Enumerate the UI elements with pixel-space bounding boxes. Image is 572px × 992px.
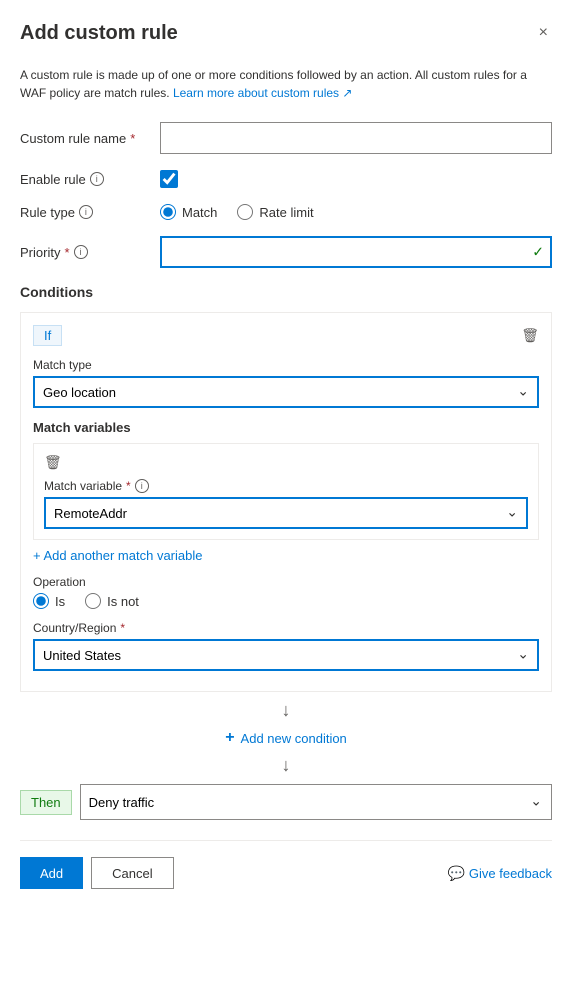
- conditions-section: Conditions If 🗑 Match type Geo location …: [20, 284, 552, 820]
- operation-radio-group: Is Is not: [33, 593, 539, 609]
- match-type-select-wrapper: Geo location IP address HTTP header HTTP…: [33, 376, 539, 408]
- if-badge: If: [33, 325, 62, 346]
- operation-label: Operation: [33, 575, 539, 589]
- rule-type-label: Rule type i: [20, 205, 160, 220]
- external-link-icon: ↗: [342, 86, 352, 100]
- close-button[interactable]: ×: [535, 20, 552, 46]
- custom-rule-name-input[interactable]: [160, 122, 552, 154]
- dialog-title: Add custom rule: [20, 22, 178, 45]
- arrow-connector-1: ↓: [20, 700, 552, 721]
- cancel-button[interactable]: Cancel: [91, 857, 173, 889]
- enable-rule-info-icon[interactable]: i: [90, 172, 104, 186]
- rule-type-info-icon[interactable]: i: [79, 205, 93, 219]
- match-variables-section: Match variables 🗑 Match variable * i Rem…: [33, 420, 539, 671]
- country-region-label: Country/Region *: [33, 621, 539, 635]
- rule-type-match-label[interactable]: Match: [160, 204, 217, 220]
- rule-type-rate-limit-radio[interactable]: [237, 204, 253, 220]
- enable-rule-control: [160, 170, 178, 188]
- arrow-down-icon-2: ↓: [282, 755, 291, 776]
- match-variable-info-icon[interactable]: i: [135, 479, 149, 493]
- priority-input[interactable]: 12: [160, 236, 552, 268]
- match-type-select[interactable]: Geo location IP address HTTP header HTTP…: [33, 376, 539, 408]
- match-variables-title: Match variables: [33, 420, 539, 435]
- if-delete-icon[interactable]: 🗑: [521, 327, 539, 344]
- give-feedback-link[interactable]: 💬 Give feedback: [447, 865, 552, 882]
- add-button[interactable]: Add: [20, 857, 83, 889]
- arrow-connector-2: ↓: [20, 755, 552, 776]
- dialog-footer: Add Cancel 💬 Give feedback: [20, 840, 552, 905]
- then-action-select-wrapper: Deny traffic Allow traffic Log: [80, 784, 552, 820]
- rule-type-rate-limit-label[interactable]: Rate limit: [237, 204, 313, 220]
- match-variable-delete-icon[interactable]: 🗑: [44, 454, 528, 471]
- feedback-icon: 💬: [447, 865, 464, 882]
- match-variable-select[interactable]: RemoteAddr RequestHeaders RequestUri Req…: [44, 497, 528, 529]
- then-section: Then Deny traffic Allow traffic Log: [20, 784, 552, 820]
- custom-rule-name-control: [160, 122, 552, 154]
- operation-is-label[interactable]: Is: [33, 593, 65, 609]
- operation-is-not-label[interactable]: Is not: [85, 593, 139, 609]
- match-variable-item: 🗑 Match variable * i RemoteAddr RequestH…: [33, 443, 539, 540]
- then-action-select[interactable]: Deny traffic Allow traffic Log: [80, 784, 552, 820]
- match-variable-select-wrapper: RemoteAddr RequestHeaders RequestUri Req…: [44, 497, 528, 529]
- priority-required: *: [64, 245, 69, 260]
- priority-check-icon: ✓: [532, 244, 544, 261]
- custom-rule-name-label: Custom rule name *: [20, 131, 160, 146]
- conditions-title: Conditions: [20, 284, 552, 300]
- learn-more-link[interactable]: Learn more about custom rules ↗: [173, 86, 353, 100]
- dialog-header: Add custom rule ×: [20, 20, 552, 46]
- priority-row: Priority * i 12 ✓: [20, 236, 552, 268]
- add-condition-plus-icon: +: [225, 729, 234, 747]
- arrow-down-icon: ↓: [282, 700, 291, 721]
- priority-label: Priority * i: [20, 245, 160, 260]
- enable-rule-checkbox[interactable]: [160, 170, 178, 188]
- rule-type-match-radio[interactable]: [160, 204, 176, 220]
- footer-actions: Add Cancel: [20, 857, 174, 889]
- priority-info-icon[interactable]: i: [74, 245, 88, 259]
- match-type-label: Match type: [33, 358, 539, 372]
- rule-type-control: Match Rate limit: [160, 204, 552, 220]
- add-custom-rule-dialog: Add custom rule × A custom rule is made …: [0, 0, 572, 992]
- operation-is-radio[interactable]: [33, 593, 49, 609]
- priority-control: 12 ✓: [160, 236, 552, 268]
- rule-type-row: Rule type i Match Rate limit: [20, 204, 552, 220]
- operation-is-not-radio[interactable]: [85, 593, 101, 609]
- enable-rule-label: Enable rule i: [20, 172, 160, 187]
- add-match-variable-link[interactable]: + Add another match variable: [33, 548, 539, 563]
- country-region-select[interactable]: United States Canada United Kingdom Germ…: [33, 639, 539, 671]
- custom-rule-name-row: Custom rule name *: [20, 122, 552, 154]
- operation-section: Operation Is Is not: [33, 575, 539, 609]
- required-indicator: *: [130, 131, 135, 146]
- if-block: If 🗑 Match type Geo location IP address …: [20, 312, 552, 692]
- add-condition-button[interactable]: + Add new condition: [20, 729, 552, 747]
- description-text: A custom rule is made up of one or more …: [20, 66, 552, 102]
- country-region-field: Country/Region * United States Canada Un…: [33, 621, 539, 671]
- match-type-field: Match type Geo location IP address HTTP …: [33, 358, 539, 408]
- then-badge: Then: [20, 790, 72, 815]
- if-header: If 🗑: [33, 325, 539, 346]
- country-region-select-wrapper: United States Canada United Kingdom Germ…: [33, 639, 539, 671]
- enable-rule-row: Enable rule i: [20, 170, 552, 188]
- match-variable-label: Match variable * i: [44, 479, 528, 493]
